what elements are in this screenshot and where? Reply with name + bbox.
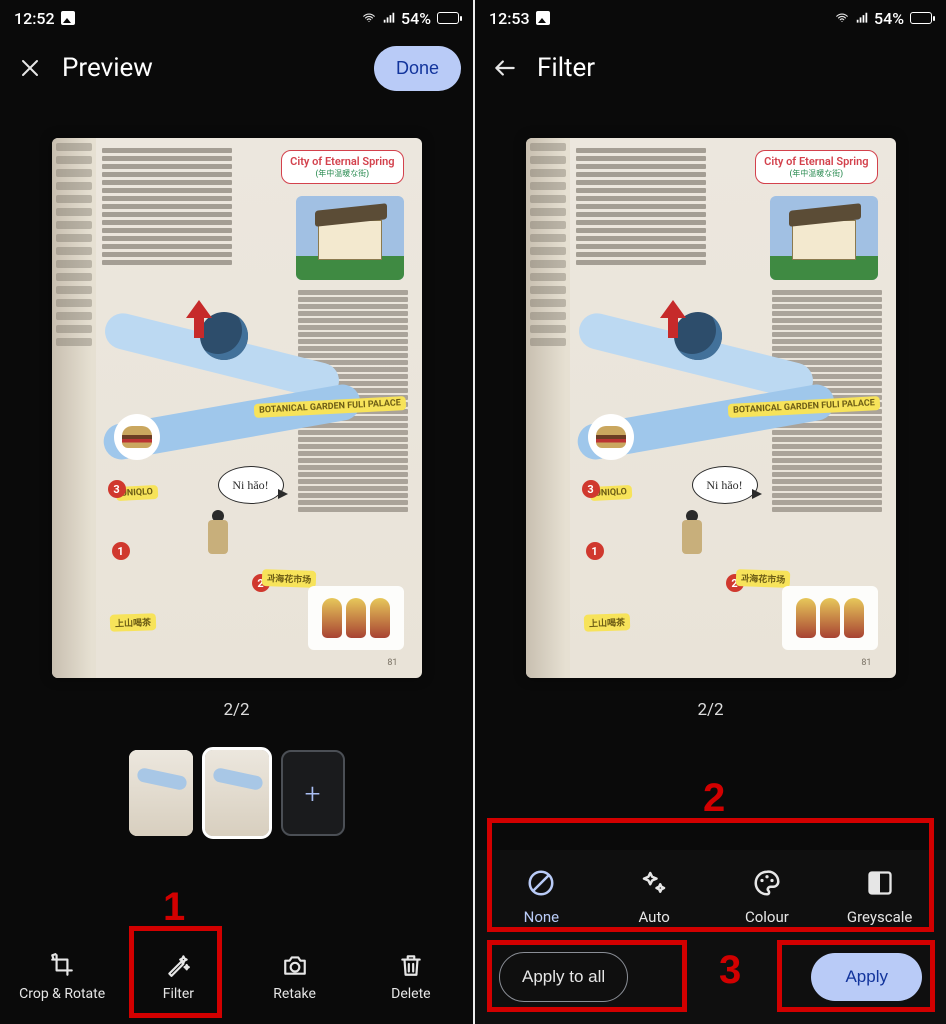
- content-area: City of Eternal Spring(年中温暖な街) BOTANICAL…: [475, 100, 946, 850]
- palette-icon: [752, 868, 782, 898]
- retake-button[interactable]: Retake: [238, 946, 352, 1008]
- crop-rotate-button[interactable]: Crop & Rotate: [5, 946, 119, 1008]
- thumbnail-row: +: [129, 750, 345, 836]
- no-filter-icon: [526, 868, 556, 898]
- signal-icon: [381, 11, 397, 25]
- battery-icon: [437, 12, 459, 24]
- thumbnail-2[interactable]: [205, 750, 269, 836]
- add-page-button[interactable]: +: [281, 750, 345, 836]
- status-time: 12:52: [14, 9, 55, 28]
- page-counter: 2/2: [223, 700, 249, 720]
- close-icon: [18, 56, 42, 80]
- wifi-icon: [361, 11, 377, 25]
- plus-icon: +: [305, 777, 321, 810]
- badge: City of Eternal Spring(年中温暖な街): [281, 150, 403, 184]
- badge: City of Eternal Spring(年中温暖な街): [755, 150, 877, 184]
- gallery-status-icon: [536, 11, 550, 25]
- camera-icon: [282, 952, 308, 978]
- wifi-icon: [834, 11, 850, 25]
- filter-button[interactable]: Filter: [121, 946, 235, 1008]
- filter-panel: None Auto Colour Greyscale Apply to all …: [475, 850, 946, 1024]
- filter-option-greyscale[interactable]: Greyscale: [826, 868, 934, 926]
- filter-option-auto[interactable]: Auto: [600, 868, 708, 926]
- scan-preview[interactable]: City of Eternal Spring(年中温暖な街) BOTANICAL…: [526, 138, 896, 678]
- battery-icon: [910, 12, 932, 24]
- delete-button[interactable]: Delete: [354, 946, 468, 1008]
- apply-row: Apply to all Apply: [485, 948, 936, 1016]
- photo-house: [296, 196, 404, 280]
- bottom-action-bar: Crop & Rotate Filter Retake Delete: [0, 934, 473, 1024]
- scan-preview[interactable]: City of Eternal Spring(年中温暖な街) BOTANICAL…: [52, 138, 422, 678]
- appbar: Preview Done: [0, 36, 473, 100]
- close-button[interactable]: [12, 50, 48, 86]
- battery-text: 54%: [401, 9, 431, 28]
- battery-text: 54%: [874, 9, 904, 28]
- phone-right: 12:53 54% Filter City of Eternal Spring(…: [473, 0, 946, 1024]
- thumbnail-1[interactable]: [129, 750, 193, 836]
- status-bar: 12:52 54%: [0, 0, 473, 36]
- photo-house: [770, 196, 878, 280]
- greyscale-icon: [865, 868, 895, 898]
- back-button[interactable]: [487, 50, 523, 86]
- filter-option-none[interactable]: None: [487, 868, 595, 926]
- gallery-status-icon: [61, 11, 75, 25]
- page-title: Filter: [537, 53, 595, 83]
- signal-icon: [854, 11, 870, 25]
- phone-left: 12:52 54% Preview Done City of Eternal S…: [0, 0, 473, 1024]
- done-button[interactable]: Done: [374, 46, 461, 91]
- filter-option-colour[interactable]: Colour: [713, 868, 821, 926]
- filter-options-row: None Auto Colour Greyscale: [485, 860, 936, 934]
- page-counter: 2/2: [697, 700, 723, 720]
- appbar: Filter: [475, 36, 946, 100]
- crop-rotate-icon: [49, 952, 75, 978]
- back-arrow-icon: [492, 55, 518, 81]
- content-area: City of Eternal Spring(年中温暖な街) BOTANICAL…: [0, 100, 473, 934]
- apply-button[interactable]: Apply: [811, 953, 922, 1001]
- page-title: Preview: [62, 53, 153, 83]
- sparkle-icon: [639, 868, 669, 898]
- magic-wand-icon: [165, 952, 191, 978]
- apply-to-all-button[interactable]: Apply to all: [499, 952, 628, 1002]
- trash-icon: [398, 952, 424, 978]
- status-time: 12:53: [489, 9, 530, 28]
- status-bar: 12:53 54%: [475, 0, 946, 36]
